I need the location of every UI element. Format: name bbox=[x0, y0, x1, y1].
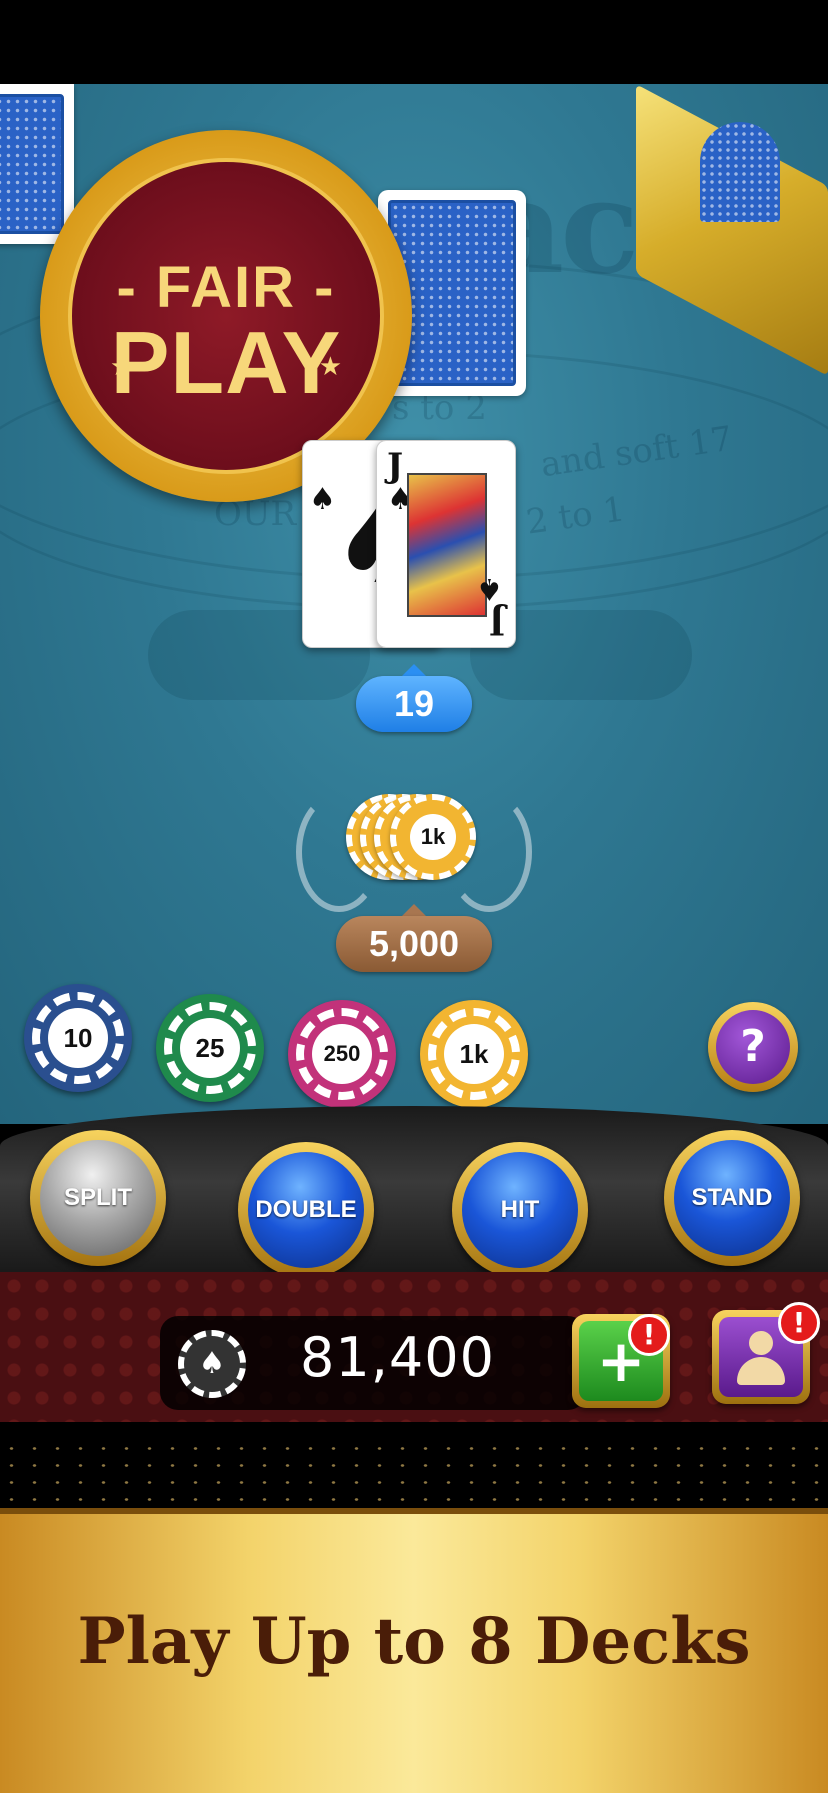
chip-25-button[interactable]: 25 bbox=[156, 994, 264, 1102]
game-screen: ack s to 2 and soft 17 OUR 2 to 1 - FAIR… bbox=[0, 0, 828, 1793]
player-card-2: J ♠ J ♠ bbox=[376, 440, 516, 648]
badge-line-1: - FAIR - bbox=[116, 255, 336, 320]
add-chips-alert-badge: ! bbox=[628, 1314, 670, 1356]
hit-button[interactable]: HIT bbox=[452, 1142, 588, 1278]
stand-button[interactable]: STAND bbox=[664, 1130, 800, 1266]
chip-10-button[interactable]: 10 bbox=[24, 984, 132, 1092]
chip-1k-button[interactable]: 1k bbox=[420, 1000, 528, 1108]
sparkle-decoration bbox=[0, 1440, 828, 1510]
split-button[interactable]: SPLIT bbox=[30, 1130, 166, 1266]
shoe-card-back bbox=[700, 122, 780, 222]
balance-chip-icon: ♠ bbox=[178, 1330, 246, 1398]
chip-label: 250 bbox=[312, 1024, 372, 1084]
chip-label: 1k bbox=[444, 1024, 504, 1084]
bet-amount-pointer bbox=[402, 904, 426, 916]
help-icon: ? bbox=[716, 1010, 790, 1084]
star-icon: ★ bbox=[110, 352, 134, 382]
chip-label: 25 bbox=[180, 1018, 240, 1078]
profile-alert-badge: ! bbox=[778, 1302, 820, 1344]
double-label: DOUBLE bbox=[248, 1152, 364, 1268]
bet-amount: 5,000 bbox=[336, 916, 492, 972]
chip-label: 10 bbox=[48, 1008, 108, 1068]
stand-label: STAND bbox=[674, 1140, 790, 1256]
hand-total-pointer bbox=[402, 664, 426, 676]
card-suit-bottom: ♠ bbox=[476, 571, 503, 606]
split-label: SPLIT bbox=[40, 1140, 156, 1256]
jack-face-icon bbox=[407, 473, 487, 617]
fair-play-badge-inner: - FAIR - PLAY ★ ★ bbox=[68, 158, 384, 474]
promo-text: Play Up to 8 Decks bbox=[77, 1604, 751, 1679]
double-button[interactable]: DOUBLE bbox=[238, 1142, 374, 1278]
bet-chip[interactable]: 1k bbox=[390, 794, 476, 880]
bet-chip-label: 1k bbox=[410, 814, 456, 860]
dealer-card-back-left bbox=[0, 84, 74, 244]
card-rank: J bbox=[387, 446, 404, 486]
card-rank-bottom: J bbox=[488, 602, 505, 642]
chip-250-button[interactable]: 250 bbox=[288, 1000, 396, 1108]
hit-label: HIT bbox=[462, 1152, 578, 1268]
hand-total: 19 bbox=[356, 676, 472, 732]
star-icon: ★ bbox=[318, 352, 342, 382]
help-button[interactable]: ? bbox=[708, 1002, 798, 1092]
balance-amount: 81,400 bbox=[300, 1326, 495, 1389]
